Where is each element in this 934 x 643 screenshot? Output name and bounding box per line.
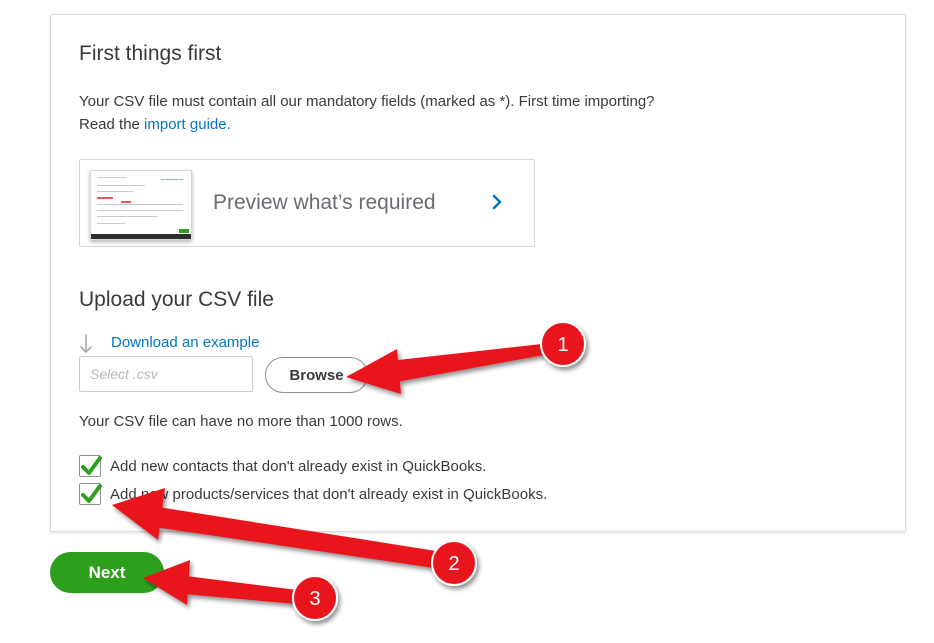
download-arrow-icon (80, 334, 92, 353)
add-contacts-label: Add new contacts that don't already exis… (110, 457, 487, 475)
add-contacts-checkbox[interactable] (79, 455, 102, 477)
option-add-contacts: Add new contacts that don't already exis… (79, 454, 486, 478)
annotation-badge-2 (431, 540, 477, 586)
section-title-first-things: First things first (79, 42, 222, 65)
section-title-upload: Upload your CSV file (79, 288, 274, 311)
annotation-badge-3 (292, 575, 338, 621)
checkmark-icon (81, 484, 102, 503)
mandatory-fields-line2-prefix: Read the (79, 116, 145, 133)
next-button[interactable]: Next (50, 552, 164, 593)
annotation-number-3: 3 (309, 588, 320, 610)
preview-thumbnail (90, 170, 192, 240)
checkmark-icon (81, 456, 102, 475)
import-guide-period: . (226, 116, 231, 133)
mandatory-fields-text: Your CSV file must contain all our manda… (79, 90, 655, 136)
chevron-right-icon (492, 194, 502, 210)
csv-file-input[interactable] (79, 356, 253, 392)
option-add-products: Add new products/services that don't alr… (79, 482, 547, 506)
annotation-number-2: 2 (448, 553, 459, 575)
preview-required-label: Preview what’s required (213, 191, 436, 214)
preview-required-card[interactable]: Preview what’s required (79, 159, 535, 247)
import-guide-link[interactable]: import guide (144, 116, 227, 133)
add-products-checkbox[interactable] (79, 483, 102, 505)
mandatory-fields-line1: Your CSV file must contain all our manda… (79, 93, 655, 110)
browse-button[interactable]: Browse (265, 357, 368, 393)
download-example-link[interactable]: Download an example (111, 331, 259, 354)
annotation-arrow-3 (143, 560, 297, 605)
add-products-label: Add new products/services that don't alr… (110, 485, 548, 503)
row-limit-note: Your CSV file can have no more than 1000… (79, 413, 403, 430)
